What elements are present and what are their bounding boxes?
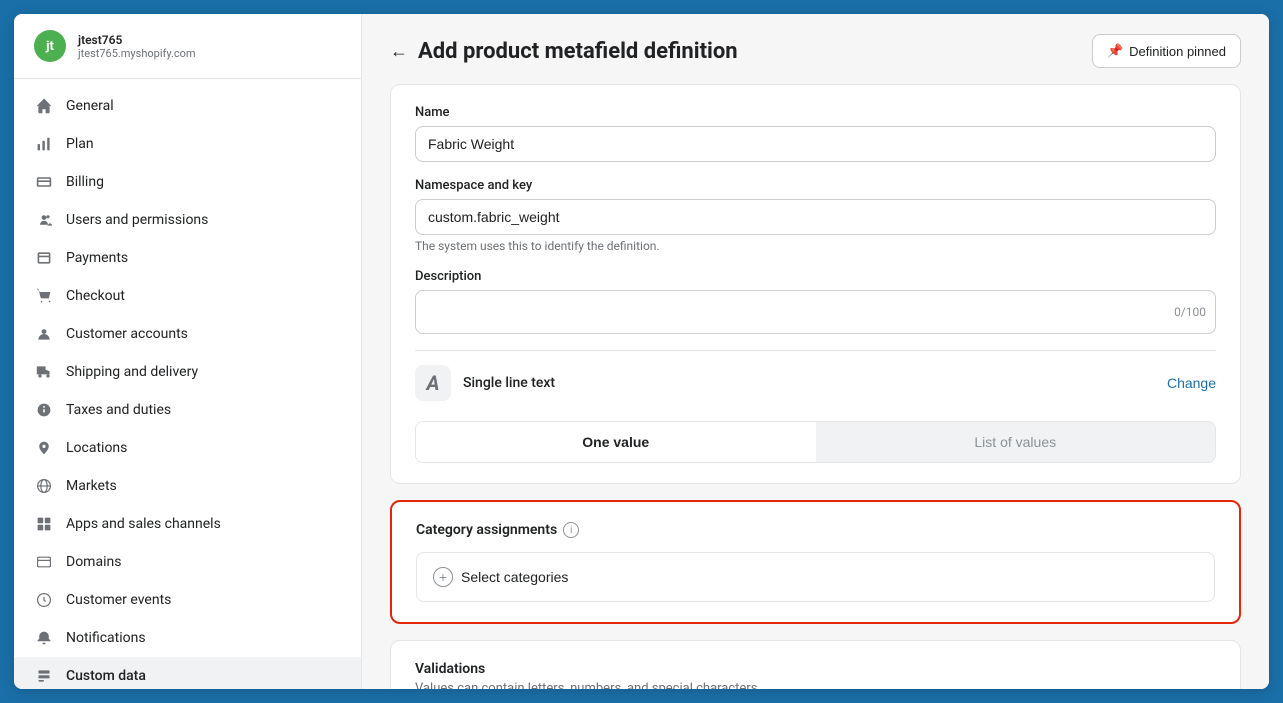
char-count: 0/100: [1174, 305, 1206, 319]
category-assignments-card: Category assignments i + Select categori…: [390, 500, 1241, 624]
sidebar-item-label-payments: Payments: [66, 250, 128, 266]
sidebar-item-markets[interactable]: Markets: [14, 467, 361, 505]
users-icon: [34, 210, 54, 230]
change-type-button[interactable]: Change: [1167, 375, 1216, 391]
list-of-values-button[interactable]: List of values: [816, 422, 1216, 462]
description-field-group: Description 0/100: [415, 269, 1216, 334]
sidebar-item-users[interactable]: Users and permissions: [14, 201, 361, 239]
page-header: ← Add product metafield definition 📌 Def…: [362, 14, 1269, 84]
name-field-group: Name: [415, 105, 1216, 162]
sidebar-item-general[interactable]: General: [14, 87, 361, 125]
description-input[interactable]: [415, 290, 1216, 334]
sidebar-item-label-customer-accounts: Customer accounts: [66, 326, 188, 342]
sidebar-nav: General Plan Billing Users and permissions P…: [14, 79, 361, 689]
sidebar-item-payments[interactable]: Payments: [14, 239, 361, 277]
sidebar: jt jtest765 jtest765.myshopify.com Gener…: [14, 14, 362, 689]
billing-icon: [34, 172, 54, 192]
category-assignments-title: Category assignments: [416, 522, 557, 538]
sidebar-item-label-general: General: [66, 98, 114, 114]
locations-icon: [34, 438, 54, 458]
info-icon[interactable]: i: [563, 522, 579, 538]
sidebar-item-domains[interactable]: Domains: [14, 543, 361, 581]
sidebar-item-label-notifications: Notifications: [66, 630, 146, 646]
sidebar-item-notifications[interactable]: Notifications: [14, 619, 361, 657]
definition-pinned-button[interactable]: 📌 Definition pinned: [1092, 34, 1241, 68]
sidebar-item-billing[interactable]: Billing: [14, 163, 361, 201]
type-row: A Single line text Change: [415, 350, 1216, 405]
sidebar-item-plan[interactable]: Plan: [14, 125, 361, 163]
back-button[interactable]: ←: [390, 41, 408, 62]
sidebar-item-locations[interactable]: Locations: [14, 429, 361, 467]
custom-data-icon: [34, 666, 54, 686]
value-toggle: One value List of values: [415, 421, 1216, 463]
type-row-left: A Single line text: [415, 365, 555, 401]
page-header-left: ← Add product metafield definition: [390, 39, 738, 64]
sidebar-item-taxes[interactable]: Taxes and duties: [14, 391, 361, 429]
sidebar-item-label-plan: Plan: [66, 136, 94, 152]
definition-pinned-label: Definition pinned: [1129, 44, 1226, 59]
sidebar-item-label-taxes: Taxes and duties: [66, 402, 171, 418]
payments-icon: [34, 248, 54, 268]
notifications-icon: [34, 628, 54, 648]
sidebar-item-shipping[interactable]: Shipping and delivery: [14, 353, 361, 391]
sidebar-item-label-apps: Apps and sales channels: [66, 516, 221, 532]
description-wrapper: 0/100: [415, 290, 1216, 334]
namespace-helper: The system uses this to identify the def…: [415, 239, 1216, 253]
taxes-icon: [34, 400, 54, 420]
shipping-icon: [34, 362, 54, 382]
section-title-row: Category assignments i: [416, 522, 1215, 538]
sidebar-item-label-locations: Locations: [66, 440, 127, 456]
main-content: ← Add product metafield definition 📌 Def…: [362, 14, 1269, 689]
one-value-button[interactable]: One value: [416, 422, 816, 462]
sidebar-item-checkout[interactable]: Checkout: [14, 277, 361, 315]
plus-circle-icon: +: [433, 567, 453, 587]
validations-card: Validations Values can contain letters, …: [390, 640, 1241, 689]
select-categories-button[interactable]: + Select categories: [416, 552, 1215, 602]
avatar: jt: [34, 30, 66, 62]
sidebar-header: jt jtest765 jtest765.myshopify.com: [14, 14, 361, 79]
customer-events-icon: [34, 590, 54, 610]
type-icon: A: [415, 365, 451, 401]
namespace-input[interactable]: [415, 199, 1216, 235]
namespace-field-group: Namespace and key The system uses this t…: [415, 178, 1216, 253]
sidebar-item-label-checkout: Checkout: [66, 288, 125, 304]
sidebar-item-customer-events[interactable]: Customer events: [14, 581, 361, 619]
markets-icon: [34, 476, 54, 496]
content-area: Name Namespace and key The system uses t…: [362, 84, 1269, 689]
checkout-icon: [34, 286, 54, 306]
sidebar-item-label-custom-data: Custom data: [66, 668, 146, 684]
sidebar-item-label-markets: Markets: [66, 478, 117, 494]
sidebar-item-label-users: Users and permissions: [66, 212, 208, 228]
page-title: Add product metafield definition: [418, 39, 738, 64]
sidebar-item-label-billing: Billing: [66, 174, 104, 190]
general-icon: [34, 96, 54, 116]
sidebar-item-label-domains: Domains: [66, 554, 121, 570]
validations-title: Validations: [415, 661, 1216, 677]
sidebar-item-label-shipping: Shipping and delivery: [66, 364, 198, 380]
store-name: jtest765: [78, 33, 196, 47]
pin-icon: 📌: [1107, 43, 1123, 59]
apps-icon: [34, 514, 54, 534]
domains-icon: [34, 552, 54, 572]
plan-icon: [34, 134, 54, 154]
name-input[interactable]: [415, 126, 1216, 162]
sidebar-item-label-customer-events: Customer events: [66, 592, 171, 608]
select-categories-label: Select categories: [461, 569, 568, 585]
form-card: Name Namespace and key The system uses t…: [390, 84, 1241, 484]
type-label: Single line text: [463, 375, 555, 391]
store-email: jtest765.myshopify.com: [78, 47, 196, 60]
app-frame: jt jtest765 jtest765.myshopify.com Gener…: [14, 14, 1269, 689]
description-label: Description: [415, 269, 1216, 284]
customer-accounts-icon: [34, 324, 54, 344]
validations-description: Values can contain letters, numbers, and…: [415, 681, 1216, 689]
sidebar-item-customer-accounts[interactable]: Customer accounts: [14, 315, 361, 353]
namespace-label: Namespace and key: [415, 178, 1216, 193]
name-label: Name: [415, 105, 1216, 120]
sidebar-item-custom-data[interactable]: Custom data: [14, 657, 361, 689]
sidebar-item-apps[interactable]: Apps and sales channels: [14, 505, 361, 543]
sidebar-header-text: jtest765 jtest765.myshopify.com: [78, 33, 196, 60]
